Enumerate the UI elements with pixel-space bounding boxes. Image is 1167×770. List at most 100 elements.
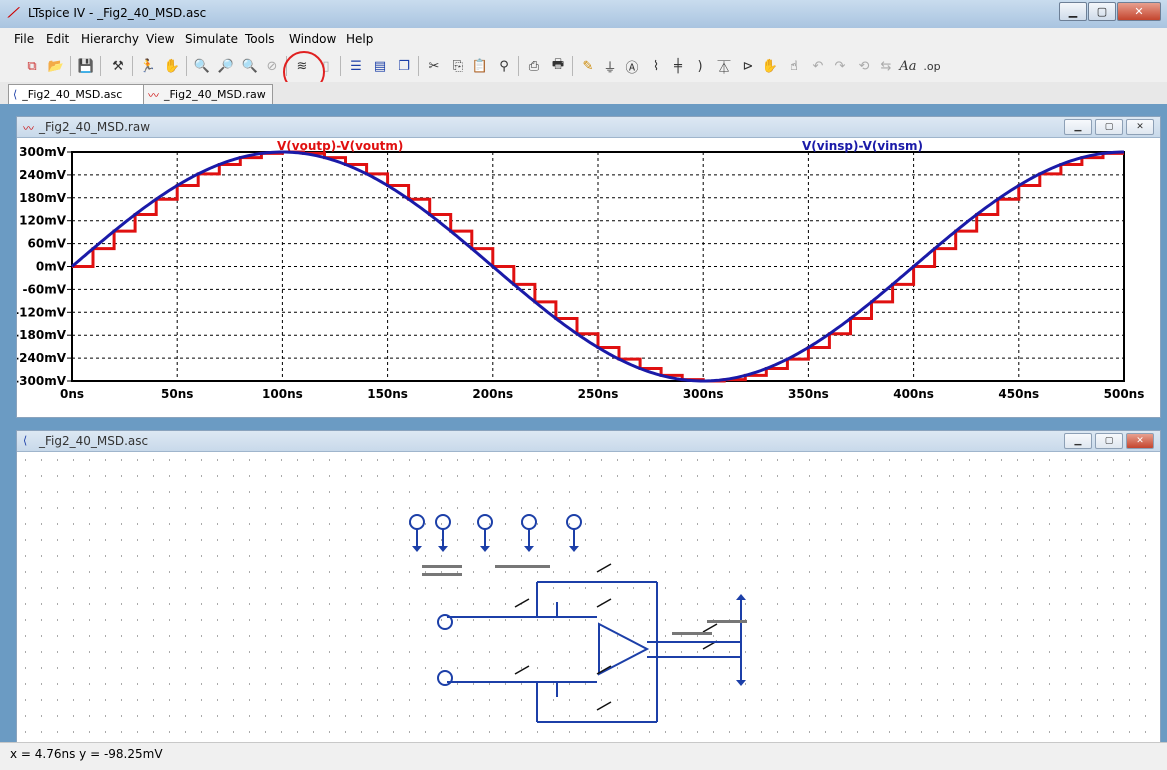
redo-icon[interactable]: ↷	[830, 56, 850, 76]
drag-icon[interactable]: ☝	[784, 56, 804, 76]
maximize-button[interactable]: ▢	[1088, 2, 1116, 21]
schematic-window-title: _Fig2_40_MSD.asc	[39, 434, 149, 448]
grid-dots	[25, 459, 1146, 733]
menu-view[interactable]: View	[146, 32, 174, 46]
child-close-button[interactable]: ✕	[1126, 119, 1154, 135]
vdd-arrow	[736, 594, 746, 600]
tab-bar: ⟨ _Fig2_40_MSD.asc 〰 _Fig2_40_MSD.raw	[0, 82, 1167, 105]
menu-window[interactable]: Window	[289, 32, 336, 46]
tile-vertical-icon[interactable]: ▤	[370, 56, 390, 76]
child-minimize-button[interactable]: ▁	[1064, 119, 1092, 135]
schematic-window-titlebar[interactable]: ⟨ _Fig2_40_MSD.asc ▁ ▢ ✕	[17, 431, 1160, 452]
schematic-canvas[interactable]	[17, 452, 1160, 745]
ground-symbol	[736, 680, 746, 686]
tab-waveform[interactable]: 〰 _Fig2_40_MSD.raw	[143, 84, 273, 105]
draw-wire-icon[interactable]: ✎	[578, 56, 598, 76]
waveform-plot[interactable]: 0ns 50ns 100ns 150ns 200ns 250ns 300ns 350ns 400…	[14, 138, 1158, 415]
switch	[514, 665, 530, 675]
y-tick-label: 180mV	[19, 191, 67, 205]
rotate-icon[interactable]: ⟲	[854, 56, 874, 76]
window-title: LTspice IV - _Fig2_40_MSD.asc	[28, 6, 207, 20]
schematic-window: ⟨ _Fig2_40_MSD.asc ▁ ▢ ✕	[16, 430, 1161, 746]
close-button[interactable]: ✕	[1117, 2, 1161, 21]
copy-icon[interactable]: ⎘	[448, 56, 468, 76]
label-net-icon[interactable]: Ⓐ	[622, 56, 642, 76]
switch	[596, 563, 612, 573]
zoom-out-icon[interactable]: 🔍	[240, 56, 260, 76]
inductor-icon[interactable]: )	[690, 56, 710, 76]
menu-bar: File Edit Hierarchy View Simulate Tools …	[0, 28, 1167, 50]
minimize-button[interactable]: ▁	[1059, 2, 1087, 21]
capacitor-icon[interactable]: ╪	[668, 56, 688, 76]
y-tick-label: 0mV	[36, 260, 67, 274]
ground-symbol	[480, 546, 490, 552]
print-setup-icon[interactable]: ⎙	[524, 56, 544, 76]
voltage-source	[477, 514, 493, 530]
x-tick-label: 150ns	[367, 387, 408, 401]
move-icon[interactable]: ✋	[760, 56, 780, 76]
toolbar: ⧉ 📂 💾 ⚒ 🏃 ✋ 🔍 🔎 🔍 ⊘ ≋ ▯ ☰ ▤ ❐ ✂ ⎘ 📋 ⚲ ⎙ …	[0, 50, 1167, 83]
new-schematic-icon[interactable]: ⧉	[22, 56, 42, 76]
legend-trace-2: V(vinsp)-V(vinsm)	[802, 139, 923, 153]
annotation-text	[707, 620, 747, 623]
waveform-icon: 〰	[148, 88, 159, 102]
run-icon[interactable]: 🏃	[138, 56, 158, 76]
find-icon[interactable]: ⚲	[494, 56, 514, 76]
zoom-in-icon[interactable]: 🔍	[192, 56, 212, 76]
mdi-area: 〰 _Fig2_40_MSD.raw ▁ ▢ ✕ 0ns 50ns 100ns 150…	[6, 104, 1161, 746]
status-bar: x = 4.76ns y = -98.25mV	[0, 742, 1167, 770]
waveform-window-titlebar[interactable]: 〰 _Fig2_40_MSD.raw ▁ ▢ ✕	[17, 117, 1160, 138]
menu-file[interactable]: File	[14, 32, 34, 46]
schematic-drawing[interactable]	[17, 452, 1158, 744]
menu-help[interactable]: Help	[346, 32, 373, 46]
menu-tools[interactable]: Tools	[245, 32, 275, 46]
schematic-icon: ⟨	[23, 434, 28, 447]
tab-label: _Fig2_40_MSD.raw	[164, 88, 266, 101]
cut-icon[interactable]: ✂	[424, 56, 444, 76]
child-maximize-button[interactable]: ▢	[1095, 433, 1123, 449]
print-icon[interactable]: 🖶	[548, 56, 568, 76]
ground-symbol	[524, 546, 534, 552]
schematic-icon: ⟨	[13, 88, 18, 101]
component-icon[interactable]: ⊳	[738, 56, 758, 76]
plot-area[interactable]: 0ns 50ns 100ns 150ns 200ns 250ns 300ns 350ns 400…	[14, 138, 1160, 417]
spice-directive-icon[interactable]: .op	[922, 56, 942, 76]
x-tick-label: 300ns	[683, 387, 724, 401]
menu-hierarchy[interactable]: Hierarchy	[81, 32, 139, 46]
menu-simulate[interactable]: Simulate	[185, 32, 238, 46]
control-panel-icon[interactable]: ⚒	[108, 56, 128, 76]
y-tick-label: -240mV	[17, 351, 67, 365]
ground-icon[interactable]: ⏚	[600, 56, 620, 76]
cascade-icon[interactable]: ❐	[394, 56, 414, 76]
tab-schematic[interactable]: ⟨ _Fig2_40_MSD.asc	[8, 84, 148, 105]
undo-icon[interactable]: ↶	[808, 56, 828, 76]
x-tick-label: 100ns	[262, 387, 303, 401]
title-bar: ⟋ LTspice IV - _Fig2_40_MSD.asc ▁ ▢ ✕	[0, 0, 1167, 28]
x-tick-label: 200ns	[472, 387, 513, 401]
menu-edit[interactable]: Edit	[46, 32, 69, 46]
y-tick-label: 60mV	[28, 237, 67, 251]
child-minimize-button[interactable]: ▁	[1064, 433, 1092, 449]
y-tick-label: -60mV	[23, 282, 67, 296]
opamp	[598, 622, 650, 676]
resistor-icon[interactable]: ⌇	[646, 56, 666, 76]
open-icon[interactable]: 📂	[46, 56, 66, 76]
tile-horizontal-icon[interactable]: ☰	[346, 56, 366, 76]
save-icon[interactable]: 💾	[76, 56, 96, 76]
child-close-button[interactable]: ✕	[1126, 433, 1154, 449]
zoom-fit-icon[interactable]: ⊘	[262, 56, 282, 76]
diode-icon[interactable]: ⏄	[714, 56, 734, 76]
waveform-window: 〰 _Fig2_40_MSD.raw ▁ ▢ ✕ 0ns 50ns 100ns 150…	[14, 116, 1161, 418]
text-icon[interactable]: Aa	[898, 56, 918, 76]
x-tick-label: 250ns	[578, 387, 619, 401]
pan-icon[interactable]: 🔎	[216, 56, 236, 76]
mirror-icon[interactable]: ⇆	[876, 56, 896, 76]
annotation-text	[422, 573, 462, 576]
paste-icon[interactable]: 📋	[470, 56, 490, 76]
y-tick-label: 120mV	[19, 214, 67, 228]
halt-icon[interactable]: ✋	[162, 56, 182, 76]
cursor-readout: x = 4.76ns y = -98.25mV	[10, 747, 163, 761]
annotation-text	[422, 565, 462, 568]
child-maximize-button[interactable]: ▢	[1095, 119, 1123, 135]
x-tick-label: 0ns	[60, 387, 84, 401]
